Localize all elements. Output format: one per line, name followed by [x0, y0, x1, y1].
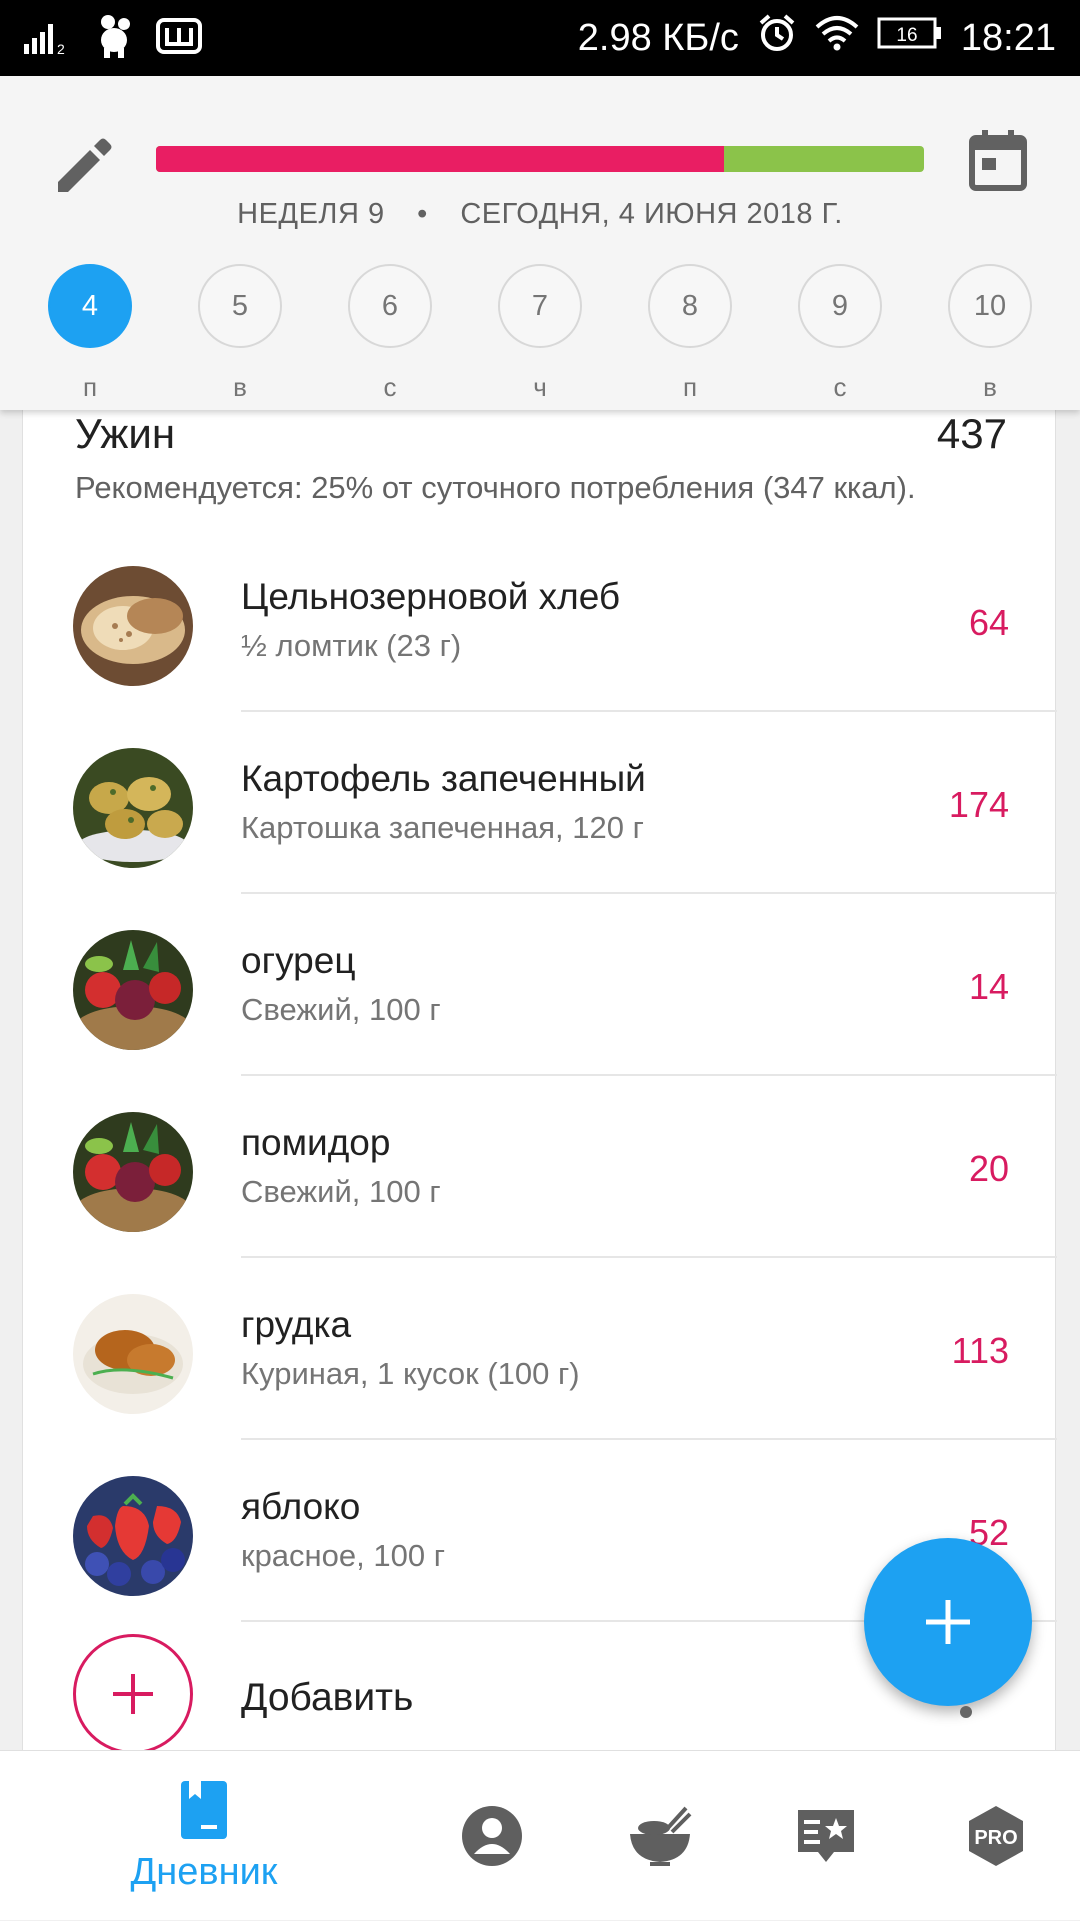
food-list: Цельнозерновой хлеб ½ ломтик (23 г) 64 К…: [23, 530, 1057, 1622]
nav-recipes[interactable]: [610, 1751, 710, 1921]
pro-badge-icon: PRO: [969, 1806, 1023, 1866]
date-line: НЕДЕЛЯ 9 • СЕГОДНЯ, 4 ИЮНЯ 2018 Г.: [0, 198, 1080, 231]
svg-text:PRO: PRO: [974, 1827, 1017, 1849]
food-calories: 174: [948, 784, 1009, 825]
scroll-indicator: [960, 1706, 972, 1718]
week-label: НЕДЕЛЯ 9: [237, 198, 385, 230]
day-4[interactable]: 4 п: [48, 264, 132, 403]
diary-book-icon: [181, 1780, 227, 1839]
bread-food-thumbnail: [73, 566, 193, 686]
battery-icon: 16: [877, 15, 943, 61]
notification-app-icon: [156, 16, 202, 61]
meal-title: Ужин: [75, 410, 176, 457]
status-bar: 2 2.98 КБ/с 16 18:21: [0, 0, 1080, 76]
vegetables-food-thumbnail: [73, 930, 193, 1050]
star-list-icon: [798, 1810, 854, 1862]
food-item[interactable]: Картофель запеченный Картошка запеченная…: [23, 712, 1057, 894]
plus-icon: [113, 1674, 153, 1714]
day-7[interactable]: 7 ч: [498, 264, 582, 403]
day-5[interactable]: 5 в: [198, 264, 282, 403]
day-10[interactable]: 10 в: [948, 264, 1032, 403]
nav-profile[interactable]: [442, 1751, 542, 1921]
bottom-navigation: Дневник PRO: [0, 1750, 1080, 1920]
food-portion: Свежий, 100 г: [241, 992, 441, 1027]
app-mascot-icon: [94, 14, 134, 63]
food-calories: 20: [968, 1148, 1009, 1189]
food-portion: ½ ломтик (23 г): [241, 628, 462, 663]
day-weekday: в: [983, 372, 997, 402]
food-name: яблоко: [241, 1486, 361, 1527]
food-calories: 64: [968, 602, 1009, 643]
wifi-icon: [815, 15, 859, 61]
vegetables-food-thumbnail: [73, 1112, 193, 1232]
nav-diary[interactable]: Дневник: [104, 1751, 304, 1921]
plus-icon: [926, 1600, 970, 1644]
profile-icon: [462, 1806, 522, 1866]
calorie-progress-bar: [156, 146, 924, 172]
food-calories: 113: [951, 1330, 1009, 1371]
add-fab-button[interactable]: [864, 1538, 1032, 1706]
day-weekday: с: [383, 372, 397, 402]
date-separator: •: [417, 198, 428, 230]
food-name: огурец: [241, 940, 356, 981]
meal-card-dinner: Ужин 437 Рекомендуется: 25% от суточного…: [22, 390, 1057, 1754]
nav-pro[interactable]: PRO: [946, 1751, 1046, 1921]
food-item[interactable]: грудка Куриная, 1 кусок (100 г) 113: [23, 1258, 1057, 1440]
food-bowl-icon: [630, 1806, 692, 1866]
day-9[interactable]: 9 с: [798, 264, 882, 403]
alarm-icon: [757, 13, 797, 63]
day-weekday: в: [233, 372, 247, 402]
food-name: Картофель запеченный: [241, 758, 646, 799]
svg-text:16: 16: [896, 25, 917, 46]
day-number: 9: [798, 264, 882, 348]
signal-icon: 2: [24, 16, 72, 61]
day-weekday: с: [833, 372, 847, 402]
food-portion: красное, 100 г: [241, 1538, 446, 1573]
day-weekday: п: [82, 372, 98, 402]
potato-food-thumbnail: [73, 748, 193, 868]
day-number: 8: [648, 264, 732, 348]
food-name: Цельнозерновой хлеб: [241, 576, 621, 617]
calorie-progress-fill: [156, 146, 725, 172]
chicken-food-thumbnail: [73, 1294, 193, 1414]
day-6[interactable]: 6 с: [348, 264, 432, 403]
meal-total-calories: 437: [936, 410, 1007, 457]
day-number: 7: [498, 264, 582, 348]
today-date-label: СЕГОДНЯ, 4 ИЮНЯ 2018 Г.: [460, 198, 843, 230]
day-number: 4: [48, 264, 132, 348]
food-item[interactable]: помидор Свежий, 100 г 20: [23, 1076, 1057, 1258]
food-item[interactable]: Цельнозерновой хлеб ½ ломтик (23 г) 64: [23, 530, 1057, 712]
day-weekday: ч: [533, 372, 547, 402]
day-8[interactable]: 8 п: [648, 264, 732, 403]
nav-diary-label: Дневник: [130, 1850, 278, 1893]
add-food-label: Добавить: [241, 1676, 414, 1719]
day-weekday: п: [682, 372, 698, 402]
food-item[interactable]: огурец Свежий, 100 г 14: [23, 894, 1057, 1076]
edit-pencil-icon[interactable]: [48, 130, 120, 202]
diary-header: НЕДЕЛЯ 9 • СЕГОДНЯ, 4 ИЮНЯ 2018 Г. 4 п 5…: [0, 76, 1080, 410]
network-speed: 2.98 КБ/с: [577, 16, 739, 59]
nav-plans[interactable]: [776, 1751, 876, 1921]
food-name: грудка: [241, 1304, 352, 1345]
food-calories: 14: [968, 966, 1009, 1007]
clock: 18:21: [960, 16, 1056, 59]
food-portion: Картошка запеченная, 120 г: [241, 810, 644, 845]
berries-food-thumbnail: [73, 1476, 193, 1596]
svg-text:2: 2: [57, 41, 65, 56]
food-name: помидор: [241, 1122, 391, 1163]
meal-recommendation: Рекомендуется: 25% от суточного потребле…: [75, 470, 916, 505]
calendar-icon[interactable]: [962, 124, 1034, 196]
food-portion: Куриная, 1 кусок (100 г): [241, 1356, 580, 1391]
food-portion: Свежий, 100 г: [241, 1174, 441, 1209]
day-number: 6: [348, 264, 432, 348]
day-number: 5: [198, 264, 282, 348]
add-food-button[interactable]: [73, 1634, 193, 1754]
day-number: 10: [948, 264, 1032, 348]
